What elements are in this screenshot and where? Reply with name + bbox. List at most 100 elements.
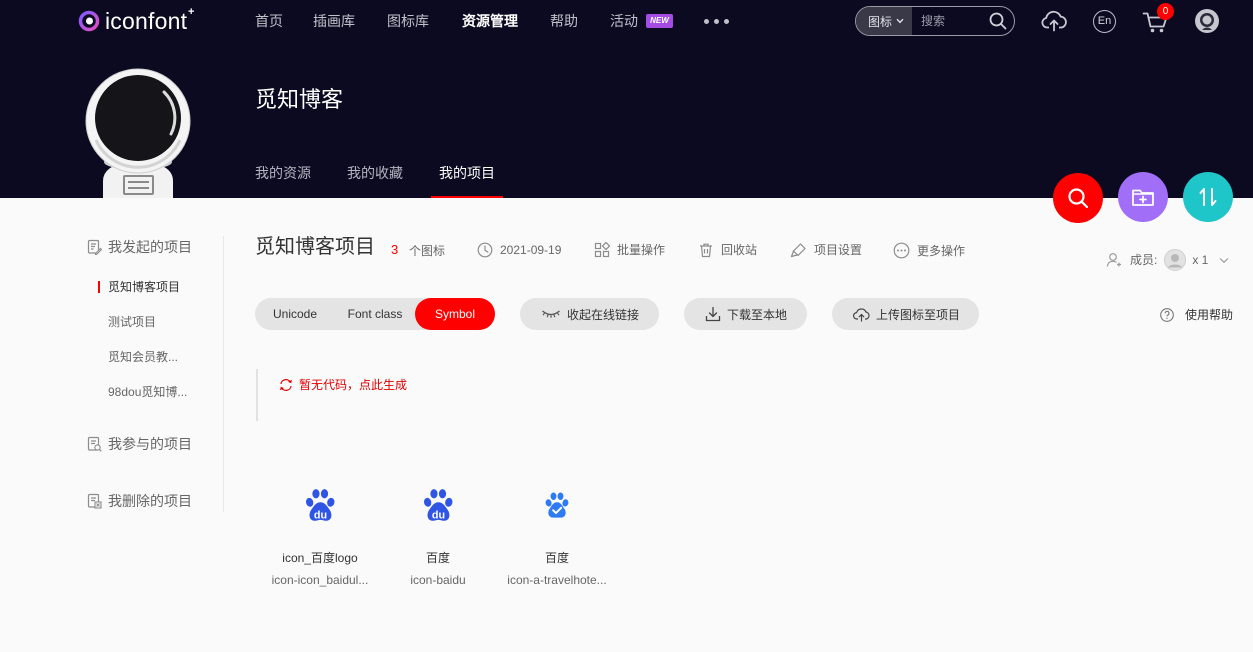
fab-add-folder-button[interactable] — [1118, 172, 1168, 222]
eye-closed-icon — [542, 310, 560, 318]
download-icon — [705, 306, 721, 322]
nav-item-illustrations[interactable]: 插画库 — [313, 12, 355, 30]
sidebar-section-created[interactable]: 我发起的项目 — [87, 239, 192, 255]
refresh-icon — [280, 379, 292, 391]
project-date-label: 2021-09-19 — [500, 243, 562, 257]
sidebar-section-joined[interactable]: 我参与的项目 — [87, 436, 192, 452]
fab-sort-button[interactable] — [1183, 172, 1233, 222]
more-actions-label: 更多操作 — [917, 243, 966, 258]
icon-name: icon_百度logo — [282, 551, 358, 565]
astronaut-avatar-icon — [85, 68, 191, 198]
collapse-link-label: 收起在线链接 — [567, 307, 640, 322]
project-date: 2021-09-19 — [477, 242, 561, 258]
help-link[interactable]: 使用帮助 — [1160, 307, 1233, 323]
search-box: 图标 — [855, 6, 1015, 36]
icon-preview: du — [260, 480, 380, 530]
sidebar-item-project[interactable]: 98dou觅知博... — [108, 385, 187, 399]
baidu-paw-check-icon — [545, 492, 569, 518]
more-circle-icon — [893, 242, 910, 259]
joined-projects-icon — [87, 436, 102, 452]
tab-my-projects[interactable]: 我的项目 — [439, 164, 495, 182]
tab-my-resources[interactable]: 我的资源 — [255, 164, 311, 182]
download-label: 下载至本地 — [727, 307, 788, 322]
upload-icons-button[interactable]: 上传图标至项目 — [832, 298, 979, 330]
icon-code: icon-baidu — [410, 573, 466, 587]
sidebar-section-label: 我参与的项目 — [108, 436, 192, 452]
batch-action-label: 批量操作 — [617, 243, 666, 257]
icon-count: 3 — [391, 242, 399, 257]
generate-code-message: 暂无代码，点此生成 — [299, 378, 408, 392]
sidebar-section-label: 我发起的项目 — [108, 239, 192, 255]
user-avatar-icon[interactable] — [1195, 9, 1219, 33]
project-title: 觅知博客项目 — [255, 236, 375, 258]
icon-count-unit: 个图标 — [409, 244, 446, 258]
nav-item-resource-management[interactable]: 资源管理 — [462, 12, 518, 30]
nav-item-activities[interactable]: 活动 — [610, 12, 638, 30]
nav-item-home[interactable]: 首页 — [255, 12, 283, 30]
search-icon — [1068, 188, 1089, 209]
generate-code-link[interactable]: 暂无代码，点此生成 — [278, 377, 407, 393]
sidebar-item-project[interactable]: 觅知博客项目 — [108, 280, 180, 294]
batch-action-button[interactable]: 批量操作 — [594, 242, 665, 258]
iconfont-logo[interactable]: iconfont + — [78, 6, 202, 35]
icon-card[interactable]: 百度 icon-a-travelhote... — [497, 480, 617, 590]
chevron-down-icon — [896, 18, 904, 24]
cart-count-badge: 0 — [1157, 3, 1174, 20]
members-label: 成员: — [1130, 253, 1158, 267]
batch-grid-icon — [594, 242, 610, 258]
search-icon[interactable] — [989, 12, 1007, 30]
members-count: x 1 — [1192, 253, 1209, 267]
sidebar-divider — [223, 236, 224, 512]
upload-icons-label: 上传图标至项目 — [876, 307, 961, 322]
icon-preview — [497, 480, 617, 530]
sidebar-item-project[interactable]: 测试项目 — [108, 315, 156, 329]
add-folder-icon — [1132, 189, 1154, 206]
format-tab-font-class[interactable]: Font class — [335, 298, 415, 330]
sidebar-section-deleted[interactable]: 我删除的项目 — [87, 493, 192, 509]
nav-item-icon-library[interactable]: 图标库 — [387, 12, 429, 30]
baidu-logo-text: du — [314, 510, 327, 522]
language-switch[interactable]: En — [1093, 10, 1116, 33]
icon-code: icon-a-travelhote... — [507, 573, 607, 587]
tab-my-favorites[interactable]: 我的收藏 — [347, 164, 403, 182]
format-tab-symbol[interactable]: Symbol — [415, 298, 495, 330]
search-input[interactable] — [912, 7, 988, 35]
clock-icon — [477, 242, 493, 258]
nav-item-help[interactable]: 帮助 — [550, 12, 578, 30]
format-switcher: Unicode Font class Symbol — [255, 298, 495, 330]
question-circle-icon — [1160, 308, 1174, 322]
search-scope-select[interactable]: 图标 — [856, 7, 912, 35]
icon-card[interactable]: du 百度 icon-baidu — [378, 480, 498, 590]
project-settings-label: 项目设置 — [814, 243, 863, 257]
sidebar-section-label: 我删除的项目 — [108, 493, 192, 509]
fab-search-button[interactable] — [1053, 173, 1103, 223]
members-dropdown[interactable]: 成员: x 1 — [1106, 249, 1229, 271]
icon-code: icon-icon_baidul... — [271, 573, 369, 587]
help-label: 使用帮助 — [1185, 308, 1234, 322]
member-user-icon — [1106, 253, 1121, 267]
format-tab-unicode[interactable]: Unicode — [255, 298, 335, 330]
download-button[interactable]: 下载至本地 — [684, 298, 807, 330]
baidu-logo-icon: du — [305, 489, 335, 522]
upload-cloud-icon[interactable] — [1041, 9, 1067, 32]
created-projects-icon — [87, 239, 102, 255]
recycle-bin-button[interactable]: 回收站 — [698, 242, 757, 258]
active-item-indicator — [98, 281, 100, 293]
more-dots-icon[interactable] — [704, 19, 729, 24]
project-settings-button[interactable]: 项目设置 — [790, 242, 862, 258]
icon-card[interactable]: du icon_百度logo icon-icon_baidul... — [260, 480, 380, 590]
profile-name: 觅知博客 — [255, 87, 344, 112]
sort-icon — [1199, 188, 1217, 206]
iconfont-logo-icon — [78, 10, 100, 32]
sidebar-item-project[interactable]: 觅知会员教... — [108, 350, 178, 364]
logo-plus: + — [188, 6, 195, 18]
more-actions-button[interactable]: 更多操作 — [893, 242, 965, 259]
baidu-logo-icon: du — [423, 489, 453, 522]
chevron-down-icon — [1219, 257, 1229, 263]
collapse-link-button[interactable]: 收起在线链接 — [520, 298, 659, 330]
brush-icon — [790, 243, 806, 258]
code-panel: 暂无代码，点此生成 — [256, 369, 1136, 421]
baidu-logo-text: du — [432, 510, 445, 522]
recycle-bin-label: 回收站 — [721, 243, 758, 257]
icon-preview: du — [378, 480, 498, 530]
